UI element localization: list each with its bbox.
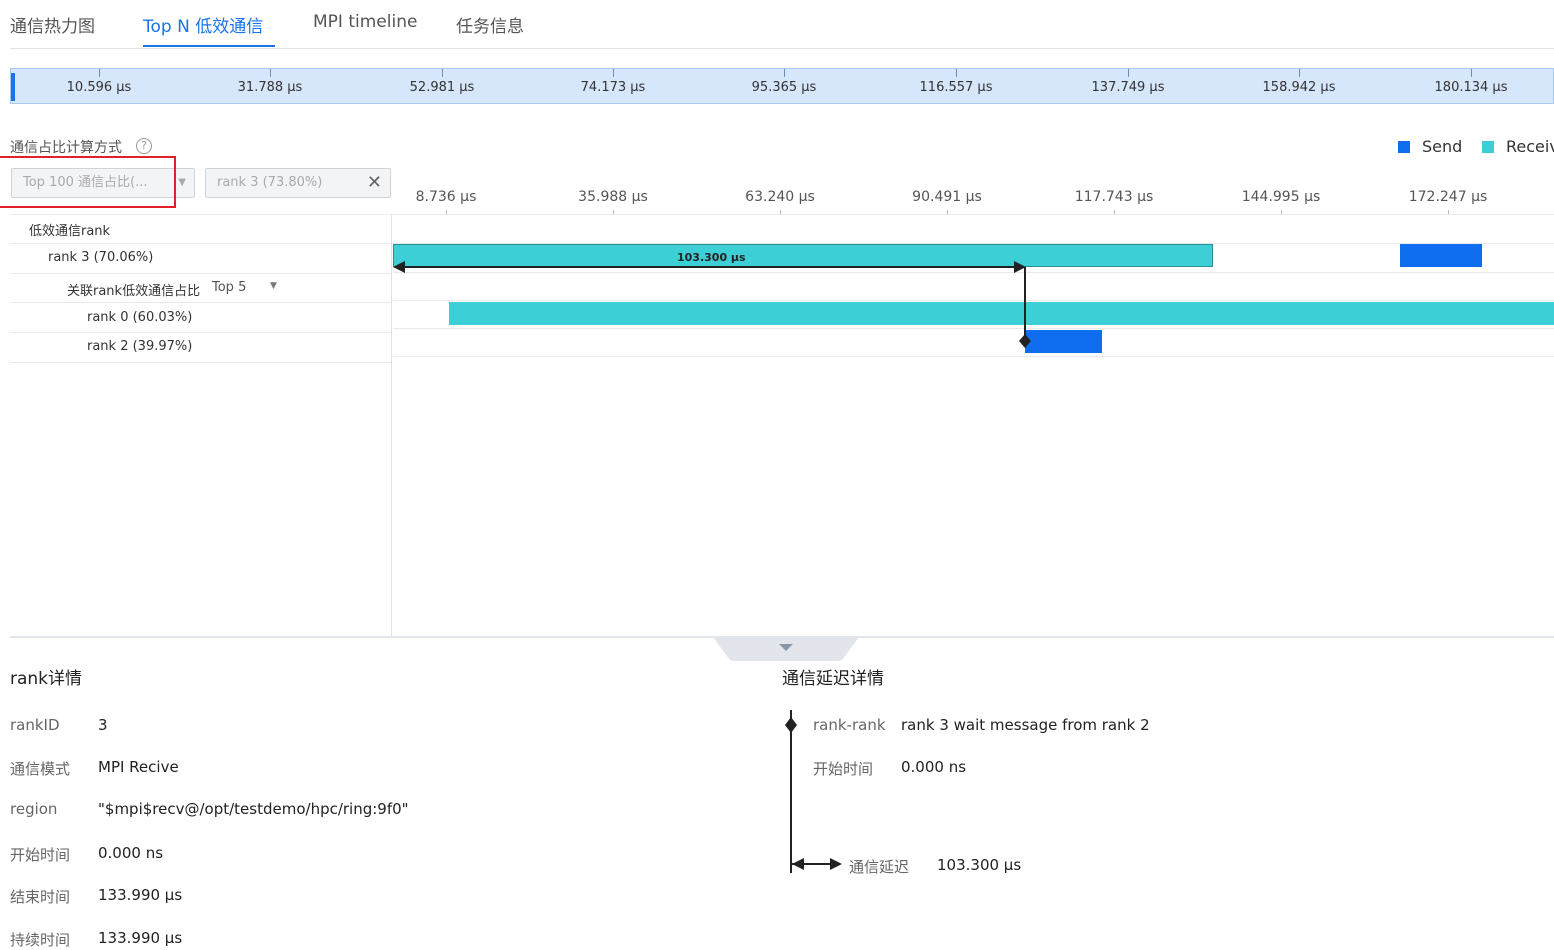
overview-ruler[interactable]: 10.596 µs 31.788 µs 52.981 µs 74.173 µs … (10, 68, 1554, 104)
overview-tick (784, 69, 785, 77)
overview-tick-label: 31.788 µs (237, 80, 303, 95)
detail-key-start-time: 开始时间 (10, 846, 71, 864)
axis-tick-label: 172.247 µs (1408, 189, 1488, 205)
legend-send-label[interactable]: Send (1422, 137, 1462, 156)
axis-tick-label: 35.988 µs (578, 189, 648, 205)
tree-header: 低效通信rank (29, 224, 111, 239)
related-topn-select[interactable]: Top 5 (212, 280, 246, 295)
tab-topn-inefficient[interactable]: Top N 低效通信 (143, 12, 263, 37)
legend-receive-label[interactable]: Receiv (1506, 137, 1554, 156)
detail-value-duration: 133.990 µs (98, 929, 183, 947)
overview-tick (270, 69, 271, 77)
overview-tick-label: 95.365 µs (751, 80, 817, 95)
overview-tick-label: 74.173 µs (580, 80, 646, 95)
detail-key-duration: 持续时间 (10, 931, 71, 949)
axis-tick-label: 8.736 µs (415, 189, 477, 205)
tree-item-rank3[interactable]: rank 3 (70.06%) (48, 250, 153, 265)
close-icon[interactable]: ✕ (367, 169, 382, 197)
rank3-send-bar[interactable] (1400, 244, 1482, 267)
tab-task-info[interactable]: 任务信息 (456, 12, 524, 37)
detail-key-rankid: rankID (10, 716, 60, 734)
overview-range-handle[interactable] (11, 73, 15, 101)
overview-tick (99, 69, 100, 77)
question-circle-icon[interactable]: ? (136, 138, 152, 154)
tab-comm-heatmap[interactable]: 通信热力图 (10, 12, 95, 37)
row-divider (10, 243, 391, 244)
overview-tick-label: 10.596 µs (66, 80, 132, 95)
axis-tick-label: 63.240 µs (745, 189, 815, 205)
detail-key-comm-mode: 通信模式 (10, 760, 71, 778)
detail-value-rankid: 3 (98, 716, 108, 734)
tree-item-rank2[interactable]: rank 2 (39.97%) (87, 339, 192, 354)
tree-item-rank0[interactable]: rank 0 (60.03%) (87, 310, 192, 325)
overview-tick-label: 116.557 µs (919, 80, 993, 95)
detail-value-comm-mode: MPI Recive (98, 758, 179, 776)
detail-value-region: "$mpi$recv@/opt/testdemo/hpc/ring:9f0" (98, 800, 409, 818)
active-tab-indicator (143, 45, 275, 47)
legend-receive-swatch (1482, 141, 1494, 153)
tab-mpi-timeline[interactable]: MPI timeline (313, 12, 417, 32)
chevron-down-icon[interactable]: ▼ (270, 281, 277, 291)
overview-tick-label: 158.942 µs (1262, 80, 1336, 95)
axis-tick-label: 90.491 µs (912, 189, 982, 205)
chevron-down-icon: ▼ (178, 177, 186, 188)
rank-details-title: rank详情 (10, 669, 83, 689)
legend-send-swatch (1398, 141, 1410, 153)
delay-key-latency: 通信延迟 (849, 858, 910, 876)
delay-key-start-time: 开始时间 (813, 760, 874, 778)
delay-value-latency: 103.300 µs (937, 856, 1022, 874)
row-divider (10, 214, 1554, 215)
overview-tick-label: 137.749 µs (1091, 80, 1165, 95)
overview-tick-label: 52.981 µs (409, 80, 475, 95)
row-divider (10, 332, 391, 333)
axis-tick-label: 144.995 µs (1241, 189, 1321, 205)
row-divider (10, 273, 391, 274)
delay-key-rank-rank: rank-rank (813, 716, 886, 734)
delay-details-title: 通信延迟详情 (782, 669, 884, 689)
highlight-box (0, 156, 176, 208)
row-divider (10, 302, 391, 303)
row-divider (10, 362, 391, 363)
overview-tick (956, 69, 957, 77)
detail-key-region: region (10, 800, 58, 818)
collapse-panel-handle[interactable] (713, 637, 859, 661)
overview-tick (1128, 69, 1129, 77)
detail-value-end-time: 133.990 µs (98, 886, 183, 904)
overview-tick (442, 69, 443, 77)
detail-key-end-time: 结束时间 (10, 888, 71, 906)
delay-value-rank-rank: rank 3 wait message from rank 2 (901, 716, 1150, 734)
delay-value-start-time: 0.000 ns (901, 758, 967, 776)
tab-bar: 通信热力图 Top N 低效通信 MPI timeline 任务信息 (10, 0, 1554, 49)
rank-select[interactable]: rank 3 (73.80%) ✕ (205, 168, 391, 198)
detail-value-start-time: 0.000 ns (98, 844, 164, 862)
axis-tick-label: 117.743 µs (1074, 189, 1154, 205)
rank-select-value: rank 3 (73.80%) (217, 175, 323, 190)
overview-tick (613, 69, 614, 77)
related-rank-label: 关联rank低效通信占比 (67, 284, 201, 299)
overview-tick (1299, 69, 1300, 77)
delay-marker-label: 103.300 µs (677, 251, 746, 264)
overview-tick-label: 180.134 µs (1434, 80, 1508, 95)
calc-method-label: 通信占比计算方式 (10, 140, 122, 156)
timeline-row-divider (393, 356, 1554, 357)
overview-tick (1471, 69, 1472, 77)
delay-arrow-icon (393, 261, 1031, 348)
